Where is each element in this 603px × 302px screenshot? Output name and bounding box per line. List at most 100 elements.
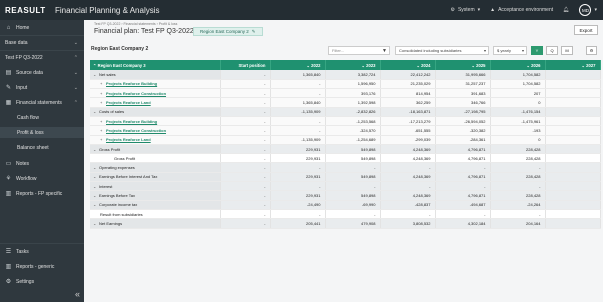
drilldown-link[interactable]: Projects Reaforce Land [106,137,151,142]
collapse-sidebar-icon[interactable]: « [75,289,80,299]
notifications-button[interactable]: 🔔︎ [563,7,569,13]
table-cell: 346,766 [435,97,491,108]
table-row[interactable]: ⌄ Earnings Before Tax -229,931 549,898 4,248… [90,190,601,201]
row-label[interactable]: + Projects Reaforce Building [90,79,221,90]
table-cell: 1,704,582 [490,79,546,90]
settings-icon[interactable]: ⚙ [586,46,597,55]
table-cell: - [380,181,436,192]
filter-input[interactable]: Filter... ▼ [328,46,390,55]
table-cell [545,144,601,155]
table-row[interactable]: + Projects Reaforce Construction - -393,176… [90,88,601,99]
table-row[interactable]: ⌄ Earnings Before Interest And Tax -229,93… [90,172,601,183]
table-row[interactable]: ⌄ Costs of sales - -1,135,909 -2,832,826 -18,… [90,107,601,118]
column-header[interactable]: ⌄ 2025 [435,60,491,70]
table-row[interactable]: ⌄ Gross Profit -229,931 549,898 4,248,369 4,7… [90,144,601,155]
table-cell: -324,570 [325,125,381,136]
row-label-text: Corporate income tax [99,202,138,208]
table-cell: 229,931 [270,172,326,183]
sidebar-item-reports-fp[interactable]: ▥ Reports - FP specific [0,188,84,199]
sidebar-item-balance-sheet[interactable]: Balance sheet [0,142,84,153]
table-cell: 204,164 [490,218,546,229]
sidebar-item-home[interactable]: ⌂ Home [0,22,84,33]
sidebar-item-tasks[interactable]: ☰ Tasks [0,246,84,257]
table-cell: - [490,209,546,220]
table-cell: -299,039 [380,135,436,145]
drilldown-link[interactable]: Projects Reaforce Building [106,81,157,86]
table-cell: - [325,209,381,220]
chevron-down-icon: ▾ [521,48,524,53]
column-header[interactable]: ⌄ 2026 [490,60,546,70]
row-label: ⌄ Net sales [90,70,221,80]
drilldown-link[interactable]: Projects Reaforce Land [106,100,151,105]
chevron-up-icon: ⌃ [73,99,78,106]
environment-label: Acceptance environment [498,7,554,13]
row-label[interactable]: + Projects Reaforce Building [90,116,221,127]
column-header[interactable]: ⌄ 2022 [270,60,326,70]
row-label[interactable]: + Projects Reaforce Construction [90,125,221,136]
top-bar: REASULT Financial Planning & Analysis ⚙ … [0,0,603,20]
row-label[interactable]: + Projects Reaforce Construction [90,88,221,99]
drilldown-link[interactable]: Projects Reaforce Construction [106,128,166,133]
sidebar-item-base-data[interactable]: Base data ⌄ [0,37,84,48]
table-row[interactable]: + Projects Reaforce Construction - - -324,57… [90,125,601,136]
sidebar-item-financial-statements[interactable]: ▦ Financial statements ⌃ [0,97,84,108]
warning-icon: ▲ [490,7,496,13]
column-header[interactable]: ⌄ 2027 [545,60,601,70]
table-cell: 1,704,582 [490,70,546,80]
table-cell: 393,176 [325,88,381,99]
breadcrumb[interactable]: Test FP Q3-2022 › Financial statements ›… [94,22,177,26]
consolidation-select[interactable]: Consolidated including subsidiaries ▾ [395,46,489,55]
drilldown-link[interactable]: Projects Reaforce Construction [106,91,166,96]
sidebar-item-profit-loss[interactable]: Profit & loss [0,127,84,138]
brand-logo[interactable]: REASULT [5,6,55,15]
divider [0,50,84,51]
row-label-text: Gross Profit [114,155,136,161]
table-row[interactable]: Gross Profit -229,931 549,898 4,248,369 4,79… [90,153,601,164]
drilldown-link[interactable]: Projects Reaforce Building [106,119,157,124]
table-row[interactable]: Result from subsidiaries - - - - - - [90,209,601,220]
row-label: ⌄ Gross Profit [90,144,221,155]
table-row[interactable]: + Projects Reaforce Land - -1,135,909 -1,254… [90,135,601,145]
table-row[interactable]: ⌄ Corporate income tax - -24,490 -69,990 -428… [90,200,601,210]
table-cell: - [220,181,271,192]
period-select[interactable]: $ yearly ▾ [493,46,527,55]
sidebar-item-source-data[interactable]: ▤ Source data ⌄ [0,67,84,78]
table-cell: 4,302,184 [435,218,491,229]
sidebar-item-workflow[interactable]: ⚘ Workflow [0,173,84,184]
column-header[interactable]: ⌄ 2023 [325,60,381,70]
sidebar-item-cash-flow[interactable]: Cash flow [0,112,84,123]
table-row[interactable]: ⌄ Operating expenses - - - - - - [90,162,601,173]
sidebar-item-settings[interactable]: ⚙ Settings [0,276,84,287]
table-row[interactable]: ⌄ Interest - - - - - - [90,181,601,192]
view-monthly-button[interactable]: M [561,46,573,55]
view-yearly-button[interactable]: Y [531,46,543,55]
table-row[interactable]: + Projects Reaforce Building - - -1,253,568-… [90,116,601,127]
column-header[interactable]: Start position [220,60,271,70]
sidebar-item-reports-generic[interactable]: ▥ Reports - generic [0,261,84,272]
column-header[interactable]: ⌄ 2024 [380,60,436,70]
user-menu[interactable]: MD ▾ [579,4,597,16]
system-menu[interactable]: ⚙ System ▾ [450,7,480,13]
sidebar-item-label: Workflow [16,175,37,182]
sidebar-item-test-fp[interactable]: Test FP Q3-2022 ⌃ [0,52,84,63]
pencil-icon[interactable]: ✎ [252,29,256,35]
table-cell: 1,365,840 [270,70,326,80]
row-label[interactable]: + Projects Reaforce Land [90,97,221,108]
table-row[interactable]: + Projects Reaforce Land -1,365,840 1,392,5… [90,97,601,108]
sidebar-item-label: Cash flow [17,114,39,121]
sidebar-item-label: Reports - FP specific [16,190,63,197]
tab-region-east-company-2[interactable]: Region East Company 2 ✎ [193,27,263,36]
column-header-entity[interactable]: ⌃ Region East Company 3 [90,60,221,70]
table-cell: - [270,88,326,99]
sidebar-item-label: Notes [16,160,30,167]
table-cell: 22,412,242 [380,70,436,80]
row-label[interactable]: + Projects Reaforce Land [90,135,221,145]
sidebar-item-input[interactable]: ✎ Input ⌄ [0,82,84,93]
table-row[interactable]: + Projects Reaforce Building - -1,596,950 21… [90,79,601,90]
sidebar-item-notes[interactable]: ▭ Notes [0,158,84,169]
table-row[interactable]: ⌄ Net Earnings -205,441 479,908 3,808,532 4,3… [90,218,601,229]
table-cell: 549,898 [325,144,381,155]
view-quarterly-button[interactable]: Q [546,46,558,55]
export-button[interactable]: Export [574,25,598,35]
table-row[interactable]: ⌄ Net sales -1,365,840 3,382,724 22,412,242 3… [90,70,601,80]
